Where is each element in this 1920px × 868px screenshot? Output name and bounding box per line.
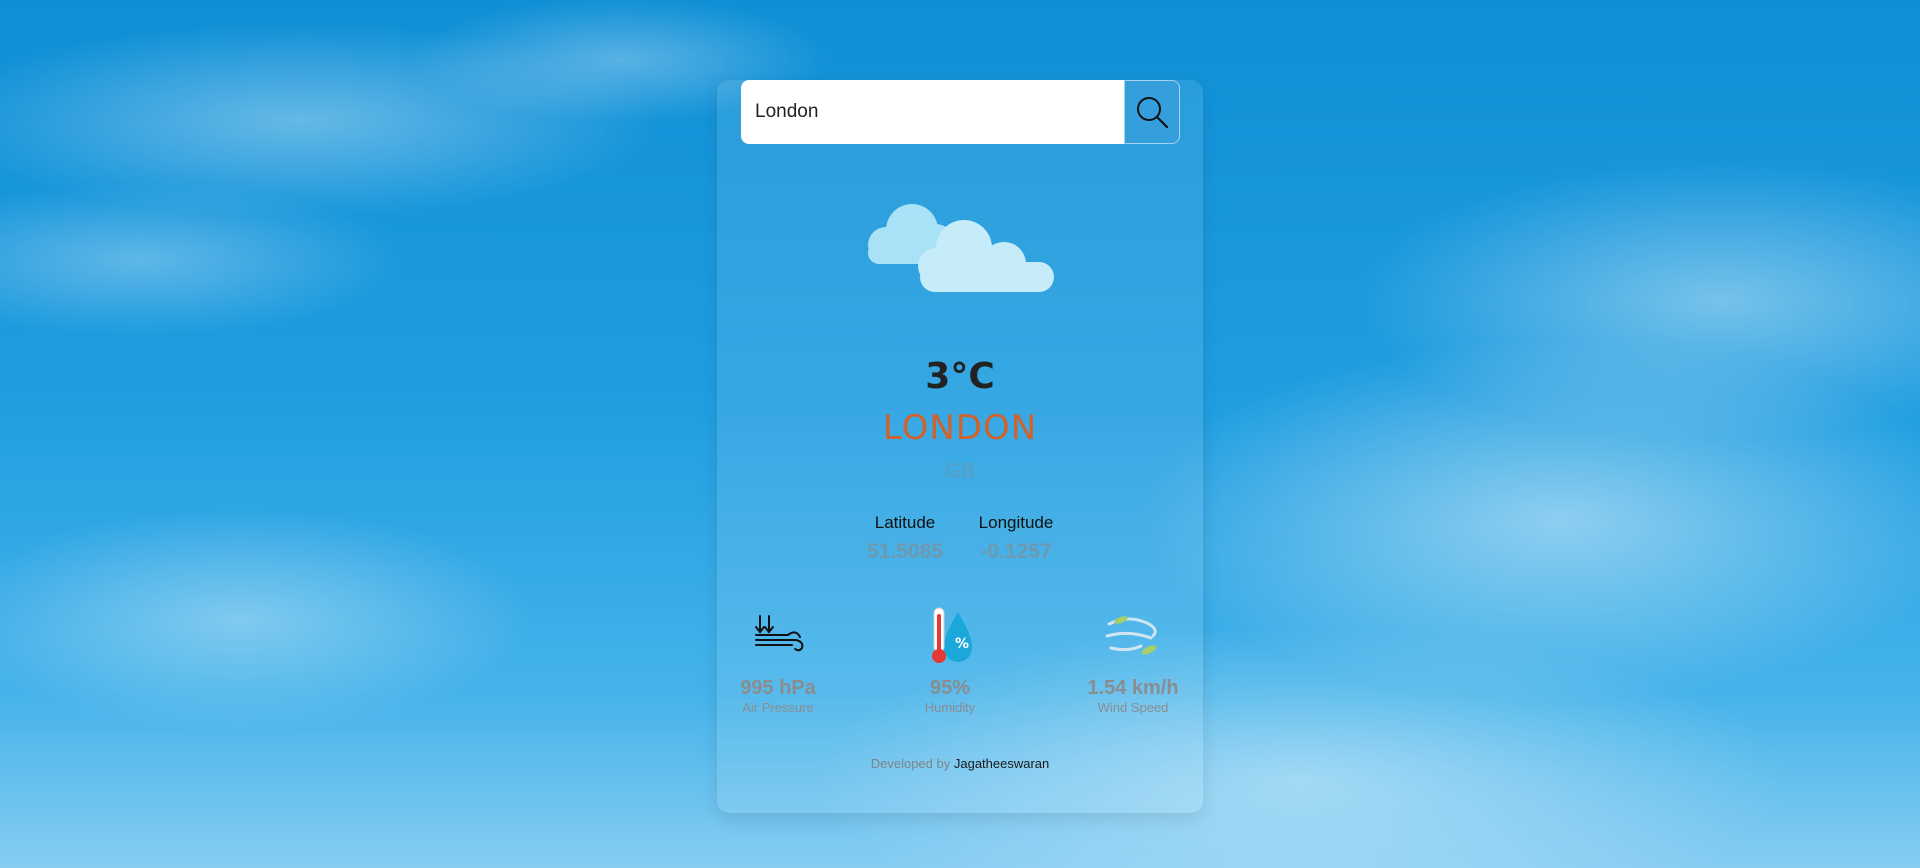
temperature: 3°C: [925, 356, 995, 397]
clouds-icon: [868, 204, 1054, 292]
air-pressure-icon: [755, 615, 804, 652]
wind-speed-value: 1.54 km/h: [1087, 677, 1179, 699]
footer-prefix: Developed by: [870, 756, 951, 771]
humidity-icon: %: [932, 607, 972, 663]
search-button[interactable]: [1124, 80, 1180, 144]
humidity-stat: % 95% Humidity: [880, 604, 1020, 716]
air-pressure-label: Air Pressure: [742, 700, 814, 715]
wind-speed-stat: 1.54 km/h Wind Speed: [1063, 604, 1203, 716]
search-icon: [1137, 97, 1169, 129]
latitude-value: 51.5085: [867, 540, 943, 563]
country-code: GB: [945, 460, 975, 482]
longitude-label: Longitude: [978, 513, 1054, 532]
humidity-label: Humidity: [924, 700, 976, 715]
footer: Developed by Jagatheeswaran: [717, 756, 1203, 771]
search-input[interactable]: [741, 80, 1124, 144]
city-name: LONDON: [882, 408, 1038, 448]
air-pressure-value: 995 hPa: [740, 677, 816, 699]
author-link[interactable]: Jagatheeswaran: [954, 756, 1049, 771]
svg-text:%: %: [955, 636, 969, 652]
longitude-block: Longitude -0.1257: [966, 512, 1066, 564]
search-bar: [741, 80, 1180, 144]
humidity-value: 95%: [929, 677, 971, 699]
longitude-value: -0.1257: [980, 540, 1052, 563]
latitude-block: Latitude 51.5085: [855, 512, 955, 564]
air-pressure-stat: 995 hPa Air Pressure: [708, 604, 848, 716]
latitude-label: Latitude: [874, 513, 936, 532]
wind-icon: [1105, 616, 1157, 655]
wind-speed-label: Wind Speed: [1097, 700, 1169, 715]
